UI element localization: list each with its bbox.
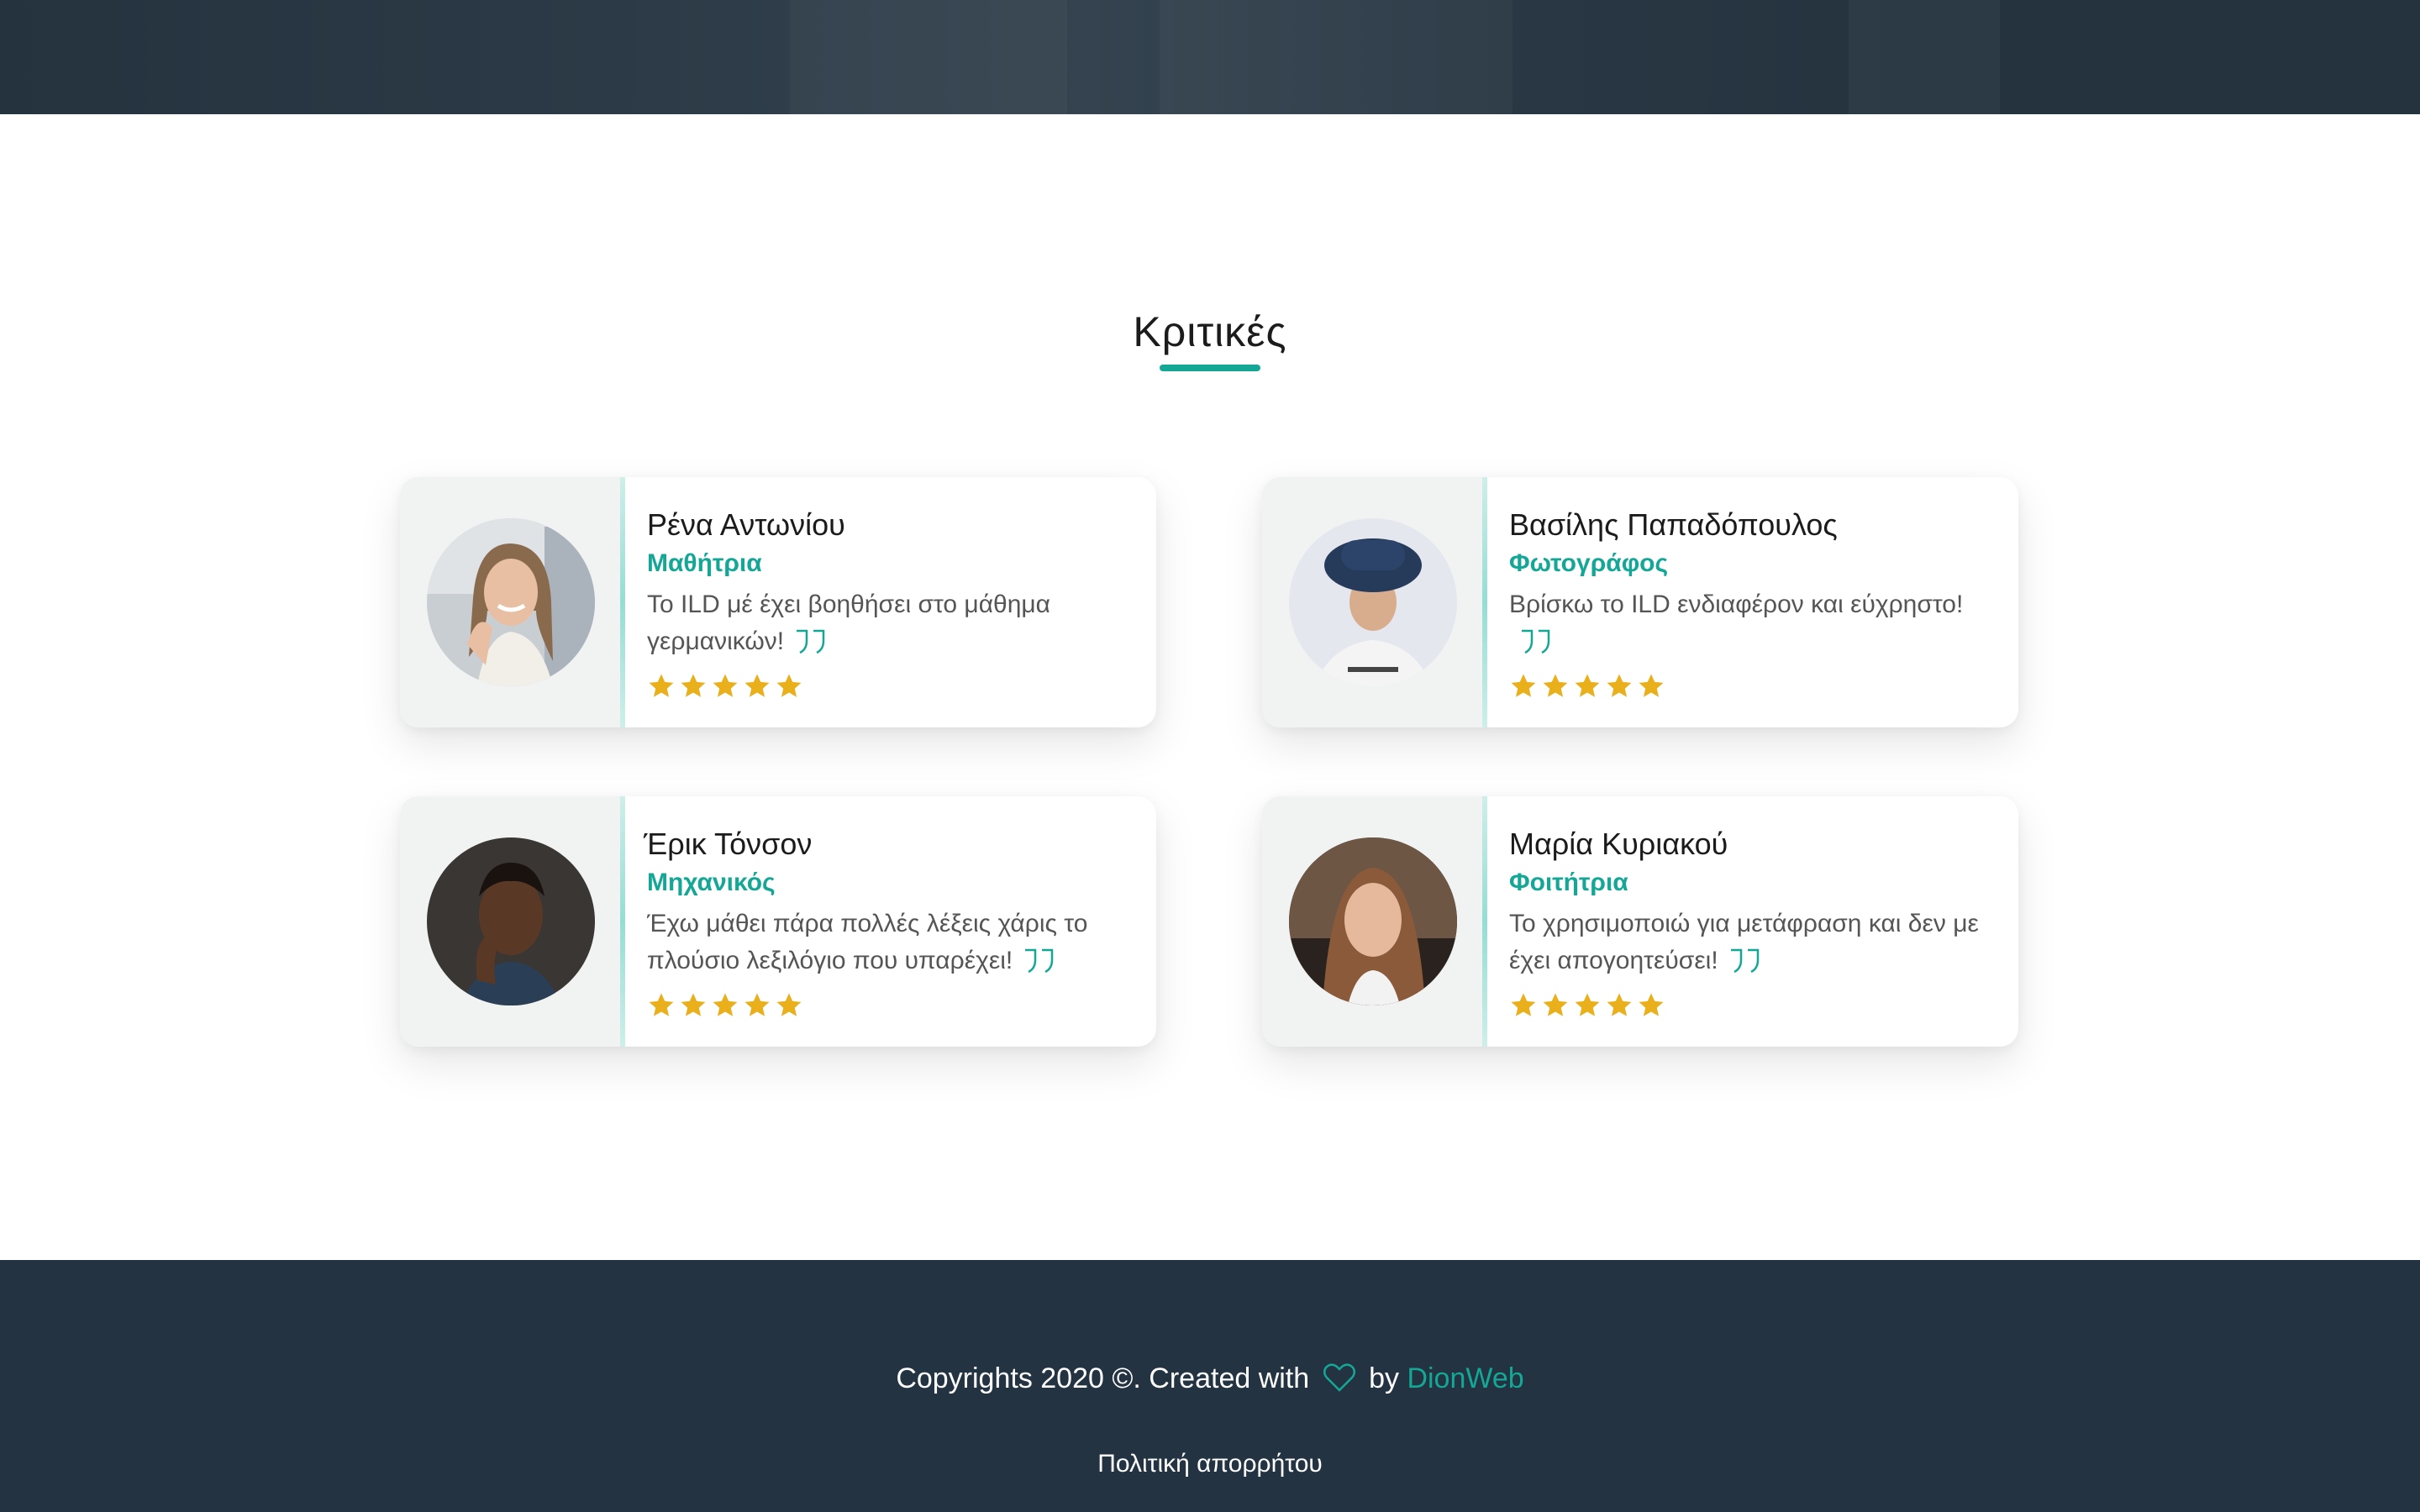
copyright: Copyrights 2020 ©. Created with by DionW… [896, 1362, 1524, 1394]
hero-banner-bottom [0, 0, 2420, 114]
star-icon [744, 674, 770, 697]
avatar [1289, 518, 1457, 686]
star-icon [1511, 993, 1536, 1016]
star-icon [649, 993, 674, 1016]
reviewer-role: Φωτογράφος [1509, 549, 1669, 577]
star-icon [1543, 993, 1568, 1016]
star-icon [713, 674, 738, 697]
quote-icon [1025, 948, 1054, 974]
review-card: Έρικ Τόνσον Μηχανικός Έχω μάθει πάρα πολ… [400, 796, 1156, 1047]
review-text: Έχω μάθει πάρα πολλές λέξεις χάρις το πλ… [647, 910, 1088, 974]
star-icon [1511, 674, 1536, 697]
reviewer-role: Μαθήτρια [647, 549, 762, 577]
reviewer-role: Φοιτήτρια [1509, 869, 1628, 896]
review-text: Βρίσκω το ILD ενδιαφέρον και εύχρηστο! [1509, 586, 1988, 660]
star-icon [681, 993, 706, 1016]
privacy-policy-link[interactable]: Πολιτική απορρήτου [0, 1450, 2420, 1478]
avatar [1289, 837, 1457, 1005]
title-underline [1160, 365, 1260, 371]
heart-icon [1323, 1363, 1355, 1392]
review-card: Μαρία Κυριακού Φοιτήτρια Το χρησιμοποιώ … [1262, 796, 2018, 1047]
review-text: Το χρησιμοποιώ για μετάφραση και δεν με … [1509, 910, 1979, 974]
reviews-title: Κριτικές [1133, 308, 1287, 355]
star-icon [1543, 674, 1568, 697]
brand-link[interactable]: DionWeb [1407, 1362, 1523, 1394]
rating-stars [647, 672, 803, 706]
star-icon [649, 674, 674, 697]
reviewer-role: Μηχανικός [647, 869, 776, 896]
review-card: Ρένα Αντωνίου Μαθήτρια Το ILD μέ έχει βο… [400, 477, 1156, 727]
star-icon [1639, 674, 1664, 697]
reviewer-name: Ρένα Αντωνίου [647, 507, 845, 542]
reviewer-name: Έρικ Τόνσον [644, 827, 813, 861]
quote-icon [797, 629, 825, 654]
star-icon [713, 993, 738, 1016]
star-icon [681, 674, 706, 697]
star-icon [1575, 993, 1600, 1016]
quote-icon [1730, 948, 1759, 974]
avatar [427, 518, 595, 686]
reviewer-name: Μαρία Κυριακού [1509, 827, 1728, 861]
star-icon [776, 674, 802, 697]
reviewer-name: Βασίλης Παπαδόπουλος [1509, 507, 1838, 542]
avatar [427, 837, 595, 1005]
star-icon [744, 993, 770, 1016]
review-card: Βασίλης Παπαδόπουλος Φωτογράφος Βρίσκω τ… [1262, 477, 2018, 727]
star-icon [1575, 674, 1600, 697]
star-icon [1607, 993, 1632, 1016]
rating-stars [1509, 991, 1665, 1025]
rating-stars [647, 991, 803, 1025]
footer: Copyrights 2020 ©. Created with by DionW… [0, 1260, 2420, 1512]
star-icon [1607, 674, 1632, 697]
quote-icon [1522, 629, 1550, 654]
rating-stars [1509, 672, 1665, 706]
star-icon [1639, 993, 1664, 1016]
review-text: Το ILD μέ έχει βοηθήσει στο μάθημα γερμα… [647, 591, 1051, 655]
star-icon [776, 993, 802, 1016]
